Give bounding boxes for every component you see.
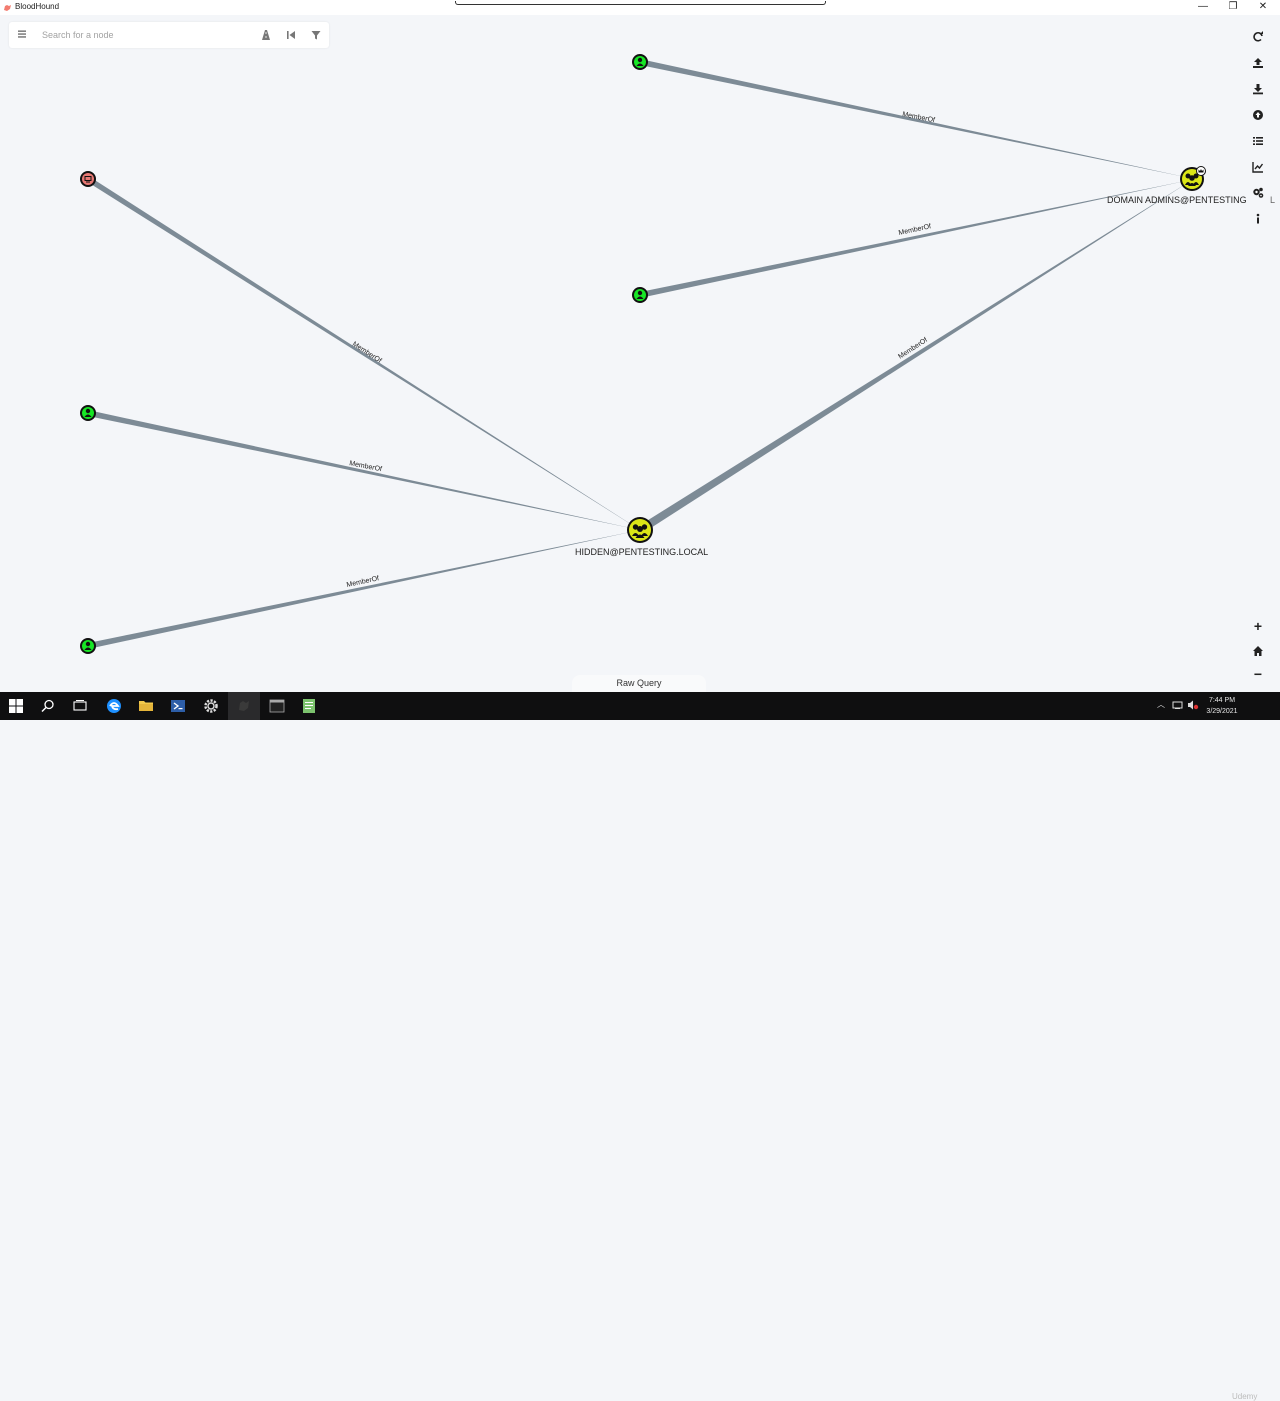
volume-muted-icon[interactable] <box>1187 699 1199 711</box>
group-node-domain-admins[interactable] <box>1180 166 1206 191</box>
start-button[interactable] <box>0 692 32 720</box>
zoom-out-button[interactable]: − <box>1246 664 1270 686</box>
windows-logo-icon <box>9 699 23 713</box>
gear-icon <box>204 699 218 713</box>
folder-icon <box>139 701 153 711</box>
taskbar-explorer-button[interactable] <box>130 692 162 720</box>
taskbar-powershell-button[interactable] <box>162 692 194 720</box>
terminal-icon <box>269 699 285 713</box>
minimize-button[interactable]: — <box>1188 0 1218 15</box>
search-icon <box>41 699 54 713</box>
clock-date: 3/29/2021 <box>1206 708 1238 715</box>
edge-user3-hidden[interactable] <box>88 410 640 530</box>
minus-icon: − <box>1253 666 1263 682</box>
user-node[interactable] <box>632 287 648 303</box>
graph-canvas[interactable]: MemberOf MemberOf MemberOf MemberOf Memb… <box>0 15 1280 692</box>
taskbar-edge-button[interactable] <box>98 692 130 720</box>
settings-icon <box>1253 187 1264 198</box>
powershell-icon <box>171 700 185 712</box>
crown-icon <box>1196 166 1206 176</box>
info-icon <box>1256 213 1260 224</box>
edge-label: MemberOf <box>902 111 936 124</box>
upload-icon <box>1253 110 1263 120</box>
zoom-in-button[interactable]: + <box>1246 616 1270 638</box>
search-input[interactable] <box>42 27 252 43</box>
close-button[interactable]: ✕ <box>1248 0 1278 15</box>
user-node[interactable] <box>80 638 96 654</box>
edge-label: MemberOf <box>351 341 383 365</box>
edge-browser-icon <box>107 699 121 713</box>
import-button[interactable] <box>1246 78 1270 100</box>
os-taskbar: ︿ 7:44 PM 3/29/2021 Udemy <box>0 692 1280 1401</box>
back-icon[interactable] <box>285 29 297 41</box>
taskbar-settings-button[interactable] <box>195 692 227 720</box>
info-button[interactable] <box>1246 208 1270 230</box>
raw-query-toggle[interactable]: Raw Query <box>572 675 706 692</box>
plus-icon: + <box>1253 618 1263 634</box>
export-button[interactable] <box>1246 52 1270 74</box>
computer-node[interactable] <box>80 171 96 187</box>
refresh-button[interactable] <box>1246 26 1270 48</box>
graph-svg[interactable]: MemberOf MemberOf MemberOf MemberOf Memb… <box>0 15 1280 692</box>
filter-icon[interactable] <box>310 29 322 41</box>
system-clock[interactable]: 7:44 PM 3/29/2021 <box>1200 695 1244 717</box>
queries-list-icon <box>1253 137 1263 145</box>
tray-chevron-up-icon[interactable]: ︿ <box>1157 699 1165 710</box>
queries-button[interactable] <box>1246 130 1270 152</box>
task-view-icon <box>73 700 87 711</box>
restore-button[interactable]: ❐ <box>1218 0 1248 15</box>
group-node-hidden[interactable] <box>627 517 653 543</box>
node-label-domain-admins: DOMAIN ADMINS@PENTESTING <box>1107 195 1247 205</box>
pathfinding-icon[interactable] <box>260 29 272 41</box>
bloodhound-app-icon <box>239 701 249 711</box>
bloodhound-logo-icon <box>4 5 11 11</box>
node-label-hidden: HIDDEN@PENTESTING.LOCAL <box>575 547 709 557</box>
hamburger-menu-icon[interactable] <box>17 29 27 39</box>
search-bar <box>9 22 329 48</box>
edge-user4-hidden[interactable] <box>88 530 640 649</box>
chart-icon <box>1252 162 1264 173</box>
import-icon <box>1253 84 1263 95</box>
settings-button[interactable] <box>1246 182 1270 204</box>
window-titlebar: BloodHound — ❐ ✕ <box>0 0 1280 15</box>
taskbar-notepad-button[interactable] <box>293 692 325 720</box>
refresh-icon <box>1253 31 1263 42</box>
export-icon <box>1253 58 1263 68</box>
window-title: BloodHound <box>15 2 60 11</box>
taskbar-search-button[interactable] <box>32 692 64 720</box>
upload-data-button[interactable] <box>1246 104 1270 126</box>
task-view-button[interactable] <box>64 692 96 720</box>
udemy-watermark: Udemy <box>1232 1392 1258 1401</box>
network-icon[interactable] <box>1172 699 1184 711</box>
user-node[interactable] <box>80 405 96 421</box>
node-label-overflow: L <box>1270 195 1276 205</box>
home-icon <box>1253 646 1263 656</box>
notepad-icon <box>303 699 315 713</box>
taskbar-terminal-button[interactable] <box>261 692 293 720</box>
clock-time: 7:44 PM <box>1208 697 1236 704</box>
window-drag-handle <box>455 1 826 5</box>
chart-button[interactable] <box>1246 156 1270 178</box>
user-node[interactable] <box>632 54 648 70</box>
taskbar-bloodhound-button[interactable] <box>228 692 260 720</box>
reset-view-button[interactable] <box>1246 640 1270 662</box>
